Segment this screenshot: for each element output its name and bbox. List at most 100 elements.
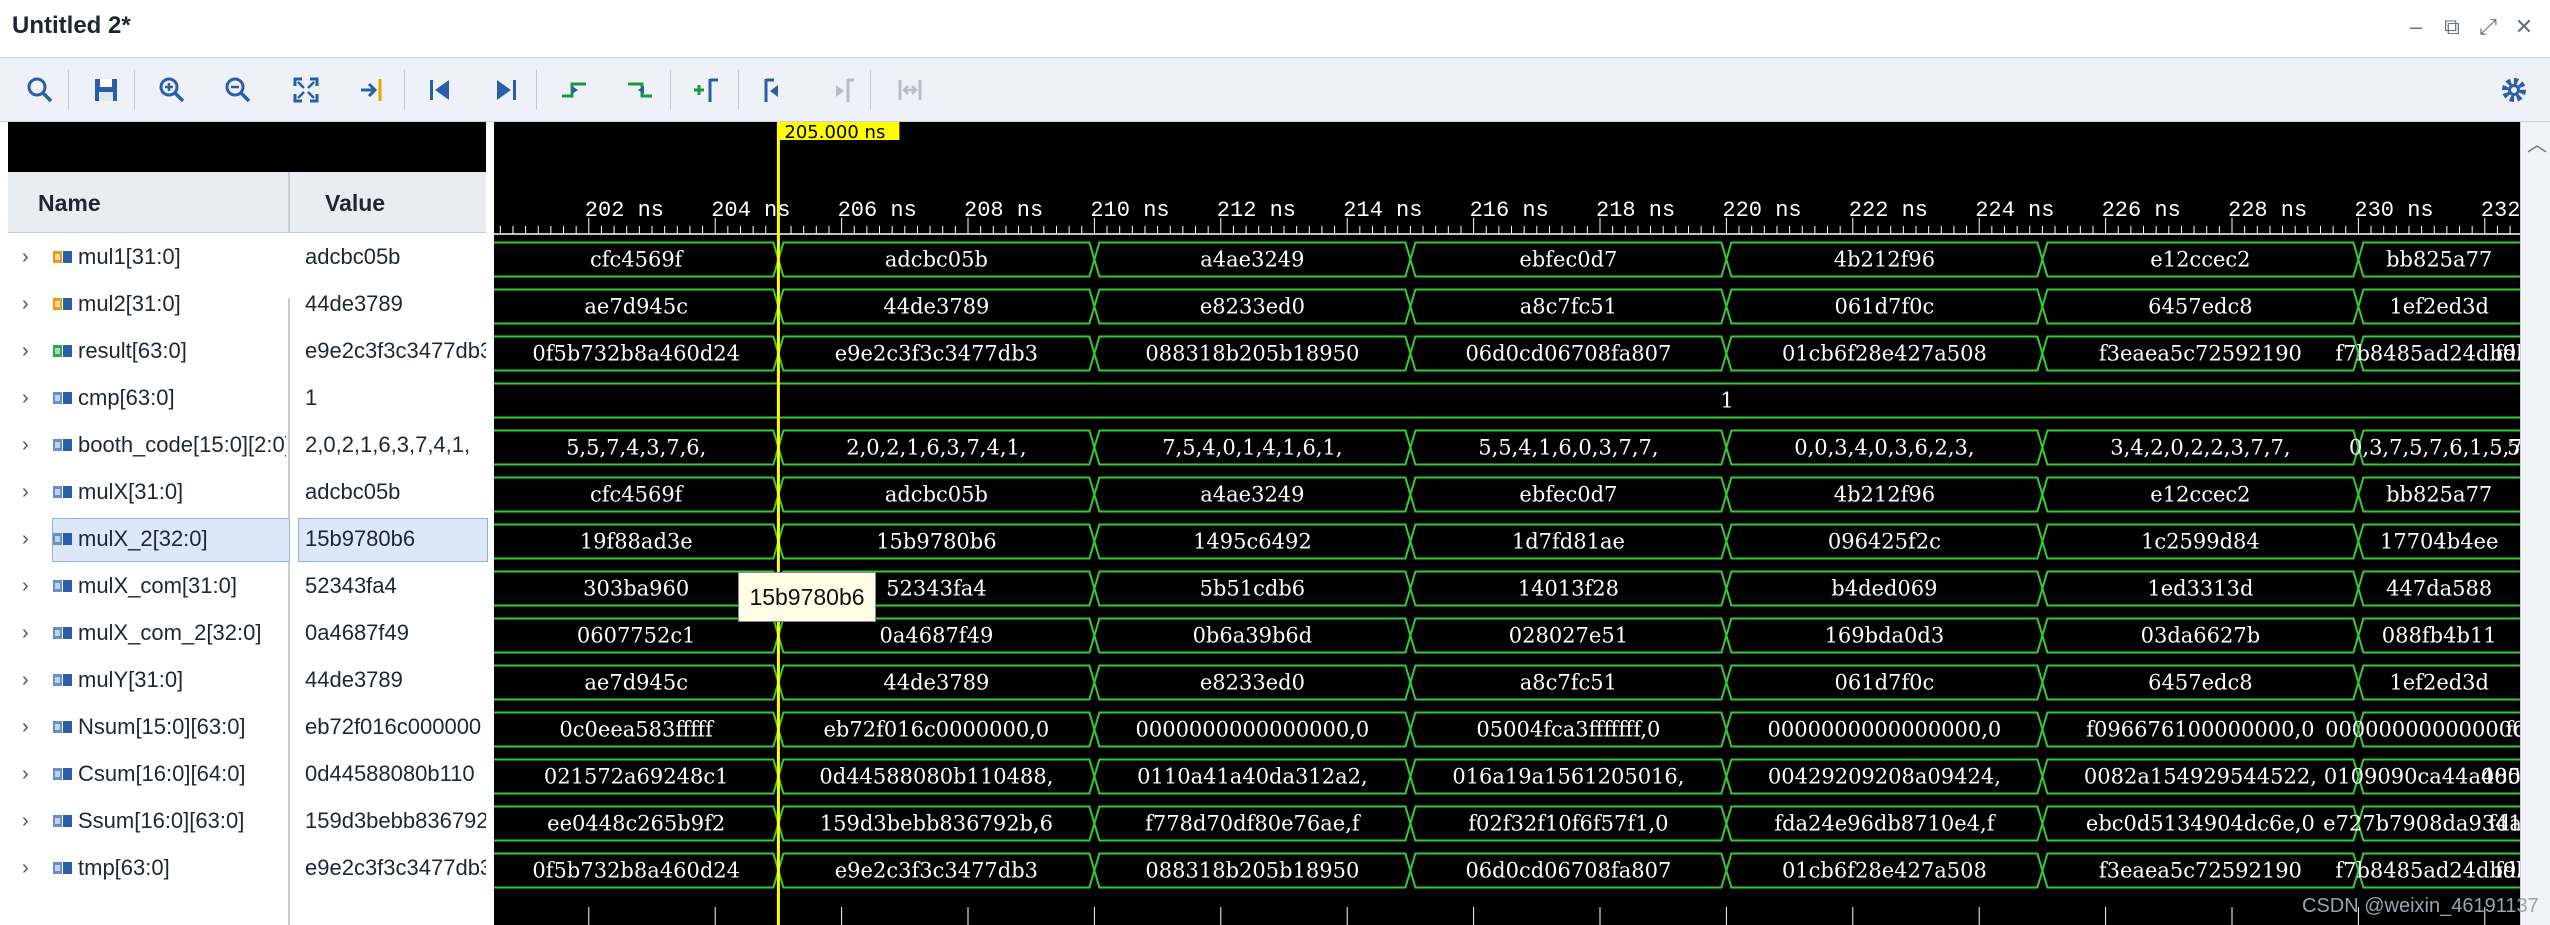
signal-row[interactable]: › booth_code[15:0][2:0] 2,0,2,1,6,3,7,4,1, bbox=[8, 422, 486, 469]
signal-row[interactable]: › mul2[31:0] 44de3789 bbox=[8, 281, 486, 328]
wave-segment-value: ebc0d5134904dc6e,0 bbox=[2086, 812, 2315, 836]
signal-value: e9e2c3f3c3477db3 bbox=[305, 338, 486, 363]
wave-segment-value: 061d7f0c bbox=[1835, 671, 1935, 695]
signal-row[interactable]: › Csum[16:0][64:0] 0d44588080b110 bbox=[8, 751, 486, 798]
next-transition-icon[interactable] bbox=[620, 70, 660, 110]
wave-segment-value: 447da588 bbox=[2386, 577, 2492, 601]
time-tick-label: 208 ns bbox=[964, 198, 1043, 223]
wave-segment-value: f7b8485ad24db95b bbox=[2335, 342, 2520, 366]
wave-segment-value: 06d0cd06708fa807 bbox=[1465, 342, 1671, 366]
wave-segment-value: 44de3789 bbox=[883, 671, 989, 695]
go-to-cursor-icon[interactable] bbox=[352, 70, 392, 110]
wave-segment-value: 5,7,7,6,0,0,2,2,0, bbox=[2507, 436, 2520, 460]
gear-icon[interactable] bbox=[2494, 70, 2534, 110]
waveform-panel[interactable]: 202 ns 204 ns 206 ns 208 ns 210 ns 212 ns 214 … bbox=[494, 122, 2520, 925]
waveform-toolbar bbox=[0, 58, 2550, 122]
wave-segment-value: f096676100000000,0 bbox=[2086, 718, 2314, 742]
time-tick-label: 224 ns bbox=[1975, 198, 2054, 223]
signal-value: eb72f016c000000 bbox=[305, 714, 482, 739]
signal-row[interactable]: › mul1[31:0] adcbc05b bbox=[8, 234, 486, 281]
expand-chevron-icon[interactable]: › bbox=[22, 339, 42, 363]
save-icon[interactable] bbox=[86, 70, 126, 110]
expand-chevron-icon[interactable]: › bbox=[22, 762, 42, 786]
value-tooltip: 15b9780b6 bbox=[738, 572, 876, 622]
expand-chevron-icon[interactable]: › bbox=[22, 527, 42, 551]
wave-segment-value: a4ae3249 bbox=[1200, 483, 1304, 507]
restore-icon[interactable]: ⧉ bbox=[2440, 14, 2464, 40]
wave-segment-value: adcbc05b bbox=[885, 483, 988, 507]
signal-row[interactable]: › Ssum[16:0][63:0] 159d3bebb836792 bbox=[8, 798, 486, 845]
zoom-out-icon[interactable] bbox=[218, 70, 258, 110]
bus-green-icon bbox=[53, 345, 72, 357]
value-column-header[interactable]: Value bbox=[290, 172, 486, 233]
wave-segment-value: cfc4569f bbox=[590, 248, 685, 272]
signal-value: 2,0,2,1,6,3,7,4,1, bbox=[305, 432, 471, 457]
signal-name: cmp[63:0] bbox=[78, 385, 175, 410]
expand-chevron-icon[interactable]: › bbox=[22, 621, 42, 645]
signal-row[interactable]: › mulX_com[31:0] 52343fa4 bbox=[8, 563, 486, 610]
wave-segment-value: 01cb6f28e427a508 bbox=[1782, 342, 1987, 366]
expand-chevron-icon[interactable]: › bbox=[22, 245, 42, 269]
toolbar-separator bbox=[134, 70, 135, 110]
wave-segment-value: a4ae3249 bbox=[1200, 248, 1304, 272]
wave-segment-value: 1ef2ed3d bbox=[2389, 671, 2489, 695]
expand-chevron-icon[interactable]: › bbox=[22, 386, 42, 410]
signal-row[interactable]: › Nsum[15:0][63:0] eb72f016c000000 bbox=[8, 704, 486, 751]
signal-row[interactable]: › result[63:0] e9e2c3f3c3477db3 bbox=[8, 328, 486, 375]
zoom-in-icon[interactable] bbox=[152, 70, 192, 110]
time-tick-label: 232 ns bbox=[2481, 198, 2520, 223]
name-column-header[interactable]: Name bbox=[8, 172, 290, 233]
wave-segment-value: 1ef2ed3d bbox=[2389, 295, 2489, 319]
signal-row[interactable]: › mulX_2[32:0] 15b9780b6 bbox=[8, 516, 488, 563]
signal-row[interactable]: › mulX[31:0] adcbc05b bbox=[8, 469, 486, 516]
signal-row[interactable]: › cmp[63:0] 1 bbox=[8, 375, 486, 422]
close-icon[interactable]: ✕ bbox=[2512, 14, 2536, 40]
expand-chevron-icon[interactable]: › bbox=[22, 433, 42, 457]
signal-row[interactable]: › mulX_com_2[32:0] 0a4687f49 bbox=[8, 610, 486, 657]
wave-segment-value: cfc4569f bbox=[590, 483, 685, 507]
toolbar-separator bbox=[68, 70, 69, 110]
go-to-start-icon[interactable] bbox=[420, 70, 460, 110]
go-to-end-icon[interactable] bbox=[486, 70, 526, 110]
wave-segment-value: 061d7f0c bbox=[1835, 295, 1935, 319]
previous-marker-icon[interactable] bbox=[754, 70, 794, 110]
wave-segment-value: ebfec0d7 bbox=[1519, 483, 1617, 507]
expand-chevron-icon[interactable]: › bbox=[22, 292, 42, 316]
expand-chevron-icon[interactable]: › bbox=[22, 668, 42, 692]
wave-segment-value: 0a4687f49 bbox=[879, 624, 993, 648]
wave-segment-value: bb825a77 bbox=[2386, 248, 2492, 272]
wave-segment-value: 3,4,2,0,2,2,3,7,7, bbox=[2110, 436, 2290, 460]
time-tick-label: 206 ns bbox=[838, 198, 917, 223]
maximize-icon[interactable]: ⤢ bbox=[2476, 14, 2500, 40]
wave-segment-value: 1d7fd81ae bbox=[1512, 530, 1625, 554]
zoom-fit-icon[interactable] bbox=[286, 70, 326, 110]
expand-chevron-icon[interactable]: › bbox=[22, 715, 42, 739]
bus-blue-icon bbox=[53, 768, 72, 780]
next-marker-icon[interactable] bbox=[820, 70, 860, 110]
wave-segment-value: 0110a41a40da312a2, bbox=[1137, 765, 1368, 789]
waveform-canvas[interactable]: 202 ns 204 ns 206 ns 208 ns 210 ns 212 ns 214 … bbox=[494, 122, 2520, 925]
wave-segment-value: 6457edc8 bbox=[2148, 295, 2252, 319]
minimize-icon[interactable]: – bbox=[2404, 14, 2428, 40]
add-marker-icon[interactable] bbox=[686, 70, 726, 110]
toolbar-separator bbox=[738, 70, 739, 110]
bus-blue-icon bbox=[53, 439, 72, 451]
wave-segment-value: ae7d945c bbox=[584, 671, 688, 695]
signal-row[interactable]: › mulY[31:0] 44de3789 bbox=[8, 657, 486, 704]
time-tick-label: 226 ns bbox=[2102, 198, 2181, 223]
expand-chevron-icon[interactable]: › bbox=[22, 856, 42, 880]
expand-chevron-icon[interactable]: › bbox=[22, 574, 42, 598]
expand-chevron-icon[interactable]: › bbox=[22, 480, 42, 504]
vertical-scrollbar[interactable]: ︿ bbox=[2520, 122, 2550, 925]
scroll-up-icon[interactable]: ︿ bbox=[2527, 128, 2547, 157]
wave-segment-value: 0000000000000000,f bbox=[2325, 718, 2520, 742]
expand-chevron-icon[interactable]: › bbox=[22, 809, 42, 833]
swap-cursors-icon[interactable] bbox=[890, 70, 930, 110]
toolbar-separator bbox=[670, 70, 671, 110]
bus-blue-icon bbox=[53, 486, 72, 498]
wave-segment-value: fdbcc93b7fffffff,0 bbox=[2505, 718, 2520, 742]
search-icon[interactable] bbox=[20, 70, 60, 110]
signal-row[interactable]: › tmp[63:0] e9e2c3f3c3477db3 bbox=[8, 845, 486, 892]
previous-transition-icon[interactable] bbox=[554, 70, 594, 110]
wave-segment-value: 52343fa4 bbox=[886, 577, 986, 601]
